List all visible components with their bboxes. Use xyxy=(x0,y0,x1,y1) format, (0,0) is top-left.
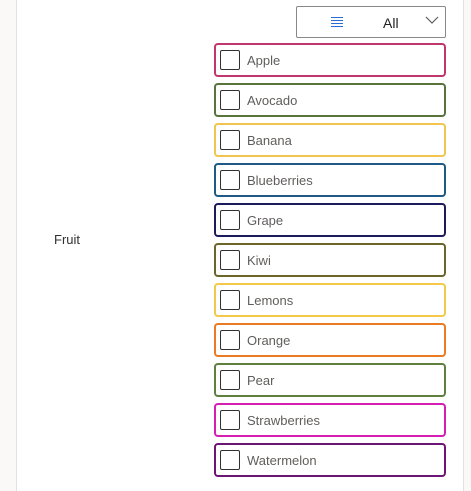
option-watermelon[interactable]: Watermelon xyxy=(214,443,446,477)
option-label: Kiwi xyxy=(247,253,271,268)
option-label: Banana xyxy=(247,133,292,148)
list-icon xyxy=(331,16,343,28)
filter-value: All xyxy=(383,15,399,31)
option-label: Orange xyxy=(247,333,291,348)
checkbox[interactable] xyxy=(220,170,240,190)
option-kiwi[interactable]: Kiwi xyxy=(214,243,446,277)
option-label: Watermelon xyxy=(247,453,317,468)
option-label: Apple xyxy=(247,53,281,68)
option-label: Blueberries xyxy=(247,173,313,188)
form-canvas: All Fruit Apple Avocado Banana Blueberries G… xyxy=(0,0,471,491)
checkbox[interactable] xyxy=(220,50,240,70)
checkbox[interactable] xyxy=(220,130,240,150)
field-label-fruit: Fruit xyxy=(54,232,80,247)
option-blueberries[interactable]: Blueberries xyxy=(214,163,446,197)
filter-dropdown[interactable]: All xyxy=(296,6,446,38)
option-banana[interactable]: Banana xyxy=(214,123,446,157)
checkbox[interactable] xyxy=(220,450,240,470)
option-grape[interactable]: Grape xyxy=(214,203,446,237)
option-label: Lemons xyxy=(247,293,294,308)
chevron-down-icon xyxy=(425,16,439,24)
option-pear[interactable]: Pear xyxy=(214,363,446,397)
checkbox[interactable] xyxy=(220,330,240,350)
option-strawberries[interactable]: Strawberries xyxy=(214,403,446,437)
option-apple[interactable]: Apple xyxy=(214,43,446,77)
option-label: Strawberries xyxy=(247,413,320,428)
option-lemons[interactable]: Lemons xyxy=(214,283,446,317)
checkbox[interactable] xyxy=(220,250,240,270)
checkbox[interactable] xyxy=(220,290,240,310)
option-label: Pear xyxy=(247,373,275,388)
option-orange[interactable]: Orange xyxy=(214,323,446,357)
checkbox[interactable] xyxy=(220,90,240,110)
checkbox[interactable] xyxy=(220,210,240,230)
option-avocado[interactable]: Avocado xyxy=(214,83,446,117)
checkbox[interactable] xyxy=(220,410,240,430)
option-label: Grape xyxy=(247,213,284,228)
option-label: Avocado xyxy=(247,93,298,108)
checkbox[interactable] xyxy=(220,370,240,390)
